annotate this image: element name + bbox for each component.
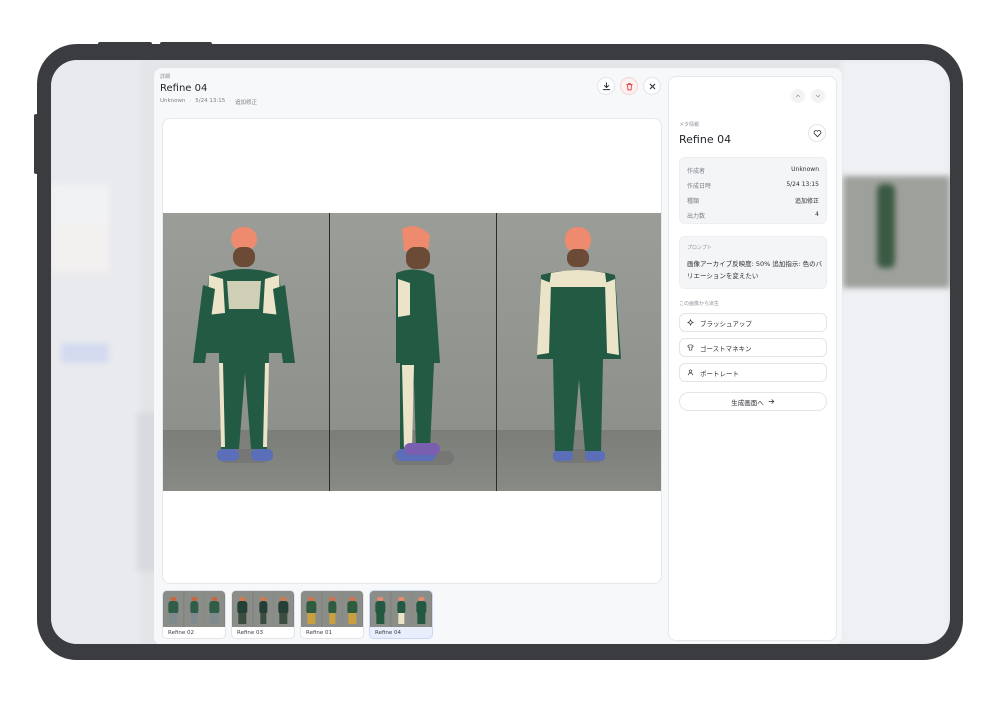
close-icon: [649, 83, 655, 89]
next-button[interactable]: [811, 89, 825, 103]
favorite-button[interactable]: [808, 124, 826, 142]
modal-title: Refine 04: [160, 83, 208, 94]
meta-sidebar: メタ情報 Refine 04 作成者 Unknown 作成日時 5/24 13:…: [668, 76, 837, 641]
go-to-generate-button[interactable]: 生成画面へ: [679, 392, 827, 411]
action-label: ゴーストマネキン: [700, 344, 752, 353]
previous-button[interactable]: [791, 89, 805, 103]
meta-key: 作成者: [687, 168, 706, 175]
thumbnail-image: [232, 591, 294, 627]
thumbnail-label: Refine 03: [237, 630, 264, 636]
tablet-screen: 詳細 Refine 04 Unknown · 5/24 13:15 · 追加修正: [51, 60, 950, 644]
meta-value: 5/24 13:15: [786, 181, 819, 188]
chevron-down-icon: [815, 94, 821, 98]
download-icon: [602, 81, 610, 90]
meta-row-author: 作成者 Unknown: [687, 166, 819, 175]
meta-row-date: 作成日時 5/24 13:15: [687, 181, 819, 190]
meta-key: 作成日時: [687, 183, 712, 190]
shirt-icon: [687, 344, 694, 351]
action-label: ポートレート: [700, 369, 739, 378]
portrait-button[interactable]: ポートレート: [679, 363, 827, 382]
arrow-right-icon: [768, 399, 775, 404]
meta-date: 5/24 13:15: [195, 98, 226, 104]
thumbnail-refine-01[interactable]: Refine 01: [300, 590, 364, 639]
sidebar-category: メタ情報: [679, 122, 700, 128]
meta-key: 出力数: [687, 213, 706, 220]
download-button[interactable]: [597, 77, 615, 95]
meta-value: 4: [815, 211, 819, 218]
thumbnail-image: [301, 591, 363, 627]
thumbnail-label: Refine 04: [375, 630, 402, 636]
thumbnail-refine-04[interactable]: Refine 04: [369, 590, 433, 639]
image-panel-side: [329, 213, 496, 491]
thumbnail-label: Refine 01: [306, 630, 333, 636]
thumbnail-image: [163, 591, 225, 627]
ghost-mannequin-button[interactable]: ゴーストマネキン: [679, 338, 827, 357]
meta-value: 追加修正: [794, 198, 819, 205]
sparkle-icon: [687, 319, 694, 326]
meta-author: Unknown: [160, 98, 186, 104]
chevron-up-icon: [795, 94, 801, 98]
person-icon: [687, 369, 694, 376]
thumbnail-strip: Refine 02 Refine 03 Refine 01 Refine 04: [162, 590, 433, 639]
meta-row-type: 種類 追加修正: [687, 196, 819, 205]
generated-image: [163, 213, 661, 491]
trash-icon: [625, 82, 633, 90]
image-viewer: [162, 118, 662, 584]
image-detail-modal: 詳細 Refine 04 Unknown · 5/24 13:15 · 追加修正: [154, 68, 842, 644]
sidebar-title: Refine 04: [679, 133, 732, 146]
delete-button[interactable]: [620, 77, 638, 95]
prompt-card: プロンプト 画像アーカイブ反映度: 50% 追加指示: 色のバリエーションを変え…: [679, 236, 827, 289]
meta-key: 種類: [687, 198, 700, 205]
heart-icon: [813, 129, 821, 137]
generate-label: 生成画面へ: [731, 398, 764, 407]
meta-card: 作成者 Unknown 作成日時 5/24 13:15 種類 追加修正 出力数 …: [679, 157, 827, 224]
modal-category: 詳細: [160, 74, 171, 80]
meta-row-count: 出力数 4: [687, 211, 819, 220]
meta-type: 追加修正: [235, 100, 258, 106]
thumbnail-label: Refine 02: [168, 630, 195, 636]
thumbnail-refine-03[interactable]: Refine 03: [231, 590, 295, 639]
derive-section-label: この画像から派生: [679, 301, 720, 307]
brushup-button[interactable]: ブラッシュアップ: [679, 313, 827, 332]
close-button[interactable]: [643, 77, 661, 95]
modal-meta: Unknown · 5/24 13:15 · 追加修正: [160, 98, 258, 106]
action-label: ブラッシュアップ: [700, 319, 752, 328]
thumbnail-refine-02[interactable]: Refine 02: [162, 590, 226, 639]
prompt-text: 画像アーカイブ反映度: 50% 追加指示: 色のバリエーションを変えたい: [687, 260, 823, 280]
image-panel-front: [163, 213, 329, 491]
meta-value: Unknown: [791, 166, 819, 173]
thumbnail-image: [370, 591, 432, 627]
image-panel-back: [496, 213, 661, 491]
prompt-label: プロンプト: [687, 245, 712, 251]
